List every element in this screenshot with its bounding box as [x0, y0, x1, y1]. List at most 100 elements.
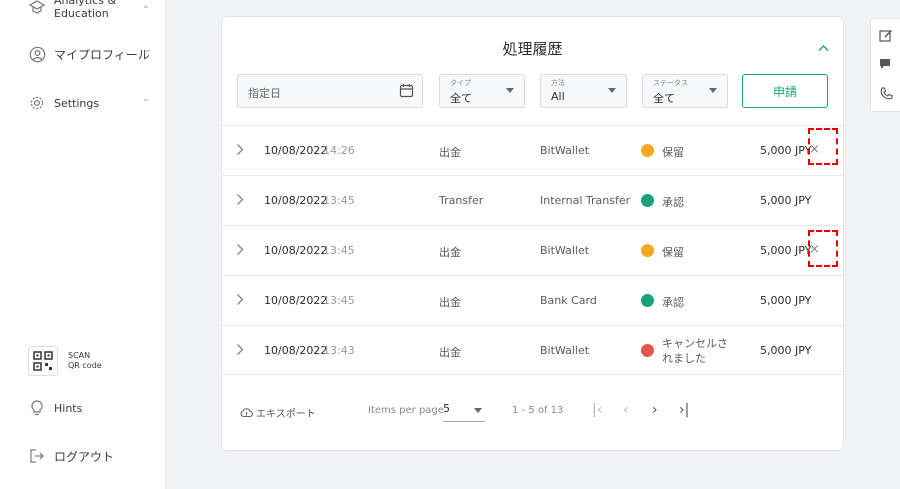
sidebar: Analytics & Education ⌄ マイプロフィール ⌄ Setti… [0, 0, 165, 489]
cancelled-icon [641, 344, 654, 357]
caret-down-icon [506, 88, 514, 93]
lightbulb-icon [28, 399, 46, 417]
next-page-button[interactable]: › [652, 402, 658, 418]
highlight-box [808, 230, 838, 267]
row-type: 出金 [439, 246, 461, 259]
floating-action-rail [870, 18, 900, 112]
transaction-list: 10/08/2022 14:26 出金 BitWallet 保留 5,000 J… [222, 125, 843, 375]
row-status: 承認 [662, 296, 684, 309]
items-per-page-select[interactable]: 5 [443, 402, 485, 422]
qr-label: SCAN QR code [68, 351, 102, 371]
sidebar-item-label: マイプロフィール [54, 47, 150, 62]
row-time: 13:45 [323, 194, 355, 207]
row-date: 10/08/2022 [264, 294, 328, 307]
sidebar-item-label: Analytics & Education [54, 0, 117, 20]
row-amount: 5,000 JPY [760, 244, 812, 257]
items-per-page-value: 5 [443, 402, 450, 415]
gear-icon [28, 94, 46, 112]
row-date: 10/08/2022 [264, 194, 328, 207]
type-filter-value: 全て [450, 92, 472, 105]
items-per-page-label: Items per page [368, 405, 444, 416]
sidebar-item-hints[interactable]: Hints [28, 399, 82, 417]
row-status: キャンセルされました [662, 337, 728, 365]
chevron-right-icon[interactable] [236, 243, 244, 259]
export-label: エキスポート [256, 409, 316, 420]
qr-label-line1: SCAN [68, 351, 91, 360]
type-filter-select[interactable]: タイプ 全て [439, 74, 525, 108]
status-filter-label: ステータス [653, 79, 688, 87]
last-page-button[interactable]: ›| [679, 402, 689, 418]
chevron-down-icon: ⌄ [144, 45, 152, 55]
row-time: 13:45 [323, 244, 355, 257]
pending-icon [641, 144, 654, 157]
row-method: Internal Transfer [540, 194, 631, 207]
sidebar-item-label: Hints [54, 401, 83, 415]
row-time: 14:26 [323, 144, 355, 157]
logout-icon [28, 447, 46, 465]
sidebar-qr-scan[interactable]: SCAN QR code [28, 346, 102, 376]
sidebar-item-label: ログアウト [54, 449, 115, 464]
caret-down-icon [474, 408, 482, 413]
logout-button[interactable]: ログアウト [28, 447, 114, 465]
row-date: 10/08/2022 [264, 244, 328, 257]
cloud-download-icon [240, 407, 253, 418]
row-time: 13:43 [323, 344, 355, 357]
chevron-down-icon: ⌄ [142, 94, 150, 104]
sidebar-item-profile[interactable]: マイプロフィール ⌄ [28, 45, 152, 63]
phone-icon[interactable] [878, 86, 894, 102]
row-method: Bank Card [540, 294, 597, 307]
table-row[interactable]: 10/08/2022 13:45 出金 Bank Card 承認 5,000 J… [222, 275, 843, 325]
calendar-icon[interactable] [399, 83, 414, 102]
apply-button[interactable]: 申請 [742, 74, 828, 108]
row-type: Transfer [439, 194, 484, 207]
row-status: 承認 [662, 196, 684, 209]
education-icon [28, 0, 46, 16]
table-row[interactable]: 10/08/2022 13:45 Transfer Internal Trans… [222, 175, 843, 225]
chevron-right-icon[interactable] [236, 193, 244, 209]
row-status: 保留 [662, 146, 684, 159]
sidebar-item-label: Settings [54, 96, 100, 110]
table-row[interactable]: 10/08/2022 14:26 出金 BitWallet 保留 5,000 J… [222, 125, 843, 175]
row-method: BitWallet [540, 144, 590, 157]
edit-note-icon[interactable] [878, 27, 894, 43]
date-filter-placeholder: 指定日 [248, 87, 281, 100]
prev-page-button[interactable]: ‹ [623, 402, 629, 418]
row-time: 13:45 [323, 294, 355, 307]
method-filter-select[interactable]: 方法 All [540, 74, 627, 108]
highlight-box [808, 128, 838, 165]
table-row[interactable]: 10/08/2022 13:43 出金 BitWallet キャンセルされました… [222, 325, 843, 375]
chevron-up-icon[interactable] [818, 41, 829, 55]
row-amount: 5,000 JPY [760, 194, 812, 207]
status-filter-select[interactable]: ステータス 全て [642, 74, 728, 108]
sidebar-item-settings[interactable]: Settings ⌄ [28, 94, 150, 112]
row-type: 出金 [439, 346, 461, 359]
table-row[interactable]: 10/08/2022 13:45 出金 BitWallet 保留 5,000 J… [222, 225, 843, 275]
row-type: 出金 [439, 146, 461, 159]
caret-down-icon [709, 88, 717, 93]
first-page-button[interactable]: |‹ [592, 402, 602, 418]
export-button[interactable]: エキスポート [240, 405, 316, 420]
pending-icon [641, 244, 654, 257]
type-filter-label: タイプ [450, 79, 471, 87]
date-filter-input[interactable]: 指定日 [237, 74, 423, 108]
chevron-down-icon: ⌄ [142, 1, 150, 11]
row-status: 保留 [662, 246, 684, 259]
method-filter-label: 方法 [551, 79, 565, 87]
method-filter-value: All [551, 90, 565, 103]
chat-icon[interactable] [878, 56, 894, 72]
row-amount: 5,000 JPY [760, 294, 812, 307]
row-type: 出金 [439, 296, 461, 309]
row-date: 10/08/2022 [264, 344, 328, 357]
row-method: BitWallet [540, 244, 590, 257]
chevron-right-icon[interactable] [236, 343, 244, 359]
sidebar-item-analytics[interactable]: Analytics & Education ⌄ [28, 0, 150, 20]
pagination-range: 1 - 5 of 13 [512, 405, 564, 416]
profile-icon [28, 45, 46, 63]
status-filter-value: 全て [653, 92, 675, 105]
chevron-right-icon[interactable] [236, 293, 244, 309]
check-circle-icon [641, 294, 654, 307]
qr-label-line2: QR code [68, 361, 102, 370]
row-date: 10/08/2022 [264, 144, 328, 157]
qr-code-icon [28, 346, 58, 376]
chevron-right-icon[interactable] [236, 143, 244, 159]
